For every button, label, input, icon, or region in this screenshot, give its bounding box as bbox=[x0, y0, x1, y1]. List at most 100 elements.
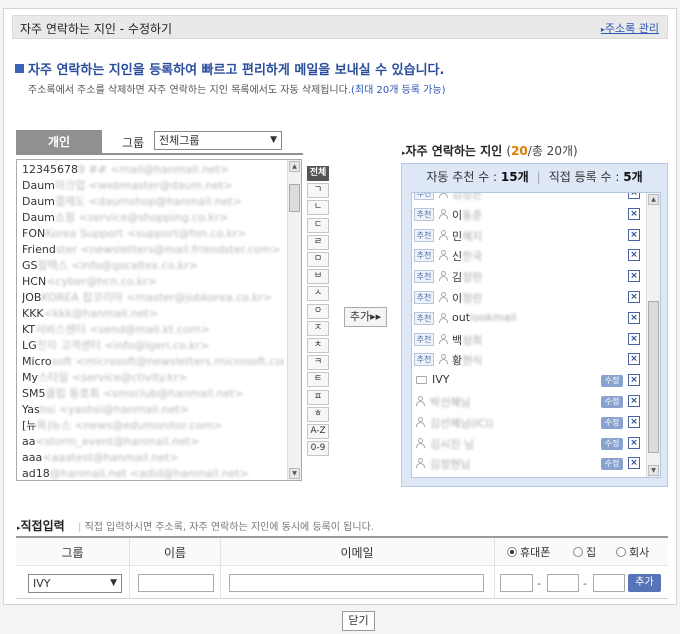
edit-button[interactable]: 수정 bbox=[601, 396, 623, 408]
favorite-row[interactable]: 추천 이동준 × bbox=[412, 204, 647, 225]
radio-office[interactable]: 회사 bbox=[616, 544, 649, 560]
group-select[interactable]: 전체그룹 ▼ bbox=[154, 131, 282, 150]
edit-button[interactable]: 수정 bbox=[601, 375, 623, 387]
delete-icon[interactable]: × bbox=[628, 395, 640, 407]
contact-item[interactable]: LG전자 고객센터 <info@lgeri.co.kr> bbox=[22, 338, 284, 354]
favorites-count: 20 bbox=[511, 144, 528, 158]
index-3[interactable]: ㄷ bbox=[307, 218, 329, 233]
favorites-scrollbar[interactable]: ▲ ▼ bbox=[646, 193, 660, 477]
delete-icon[interactable]: × bbox=[628, 416, 640, 428]
index-13[interactable]: ㅍ bbox=[307, 390, 329, 405]
scroll-thumb[interactable] bbox=[289, 184, 300, 212]
favorites-list[interactable]: 추천 김정은 × 추천 이동준 × 추천 민혜지 × 추천 신한국 × 추천 김정란 × 추천 이정란 × 추천 ou… bbox=[411, 192, 661, 478]
index-15[interactable]: A-Z bbox=[307, 424, 329, 439]
scroll-down-icon[interactable]: ▼ bbox=[289, 468, 300, 479]
edit-button[interactable]: 수정 bbox=[601, 438, 623, 450]
favorite-row[interactable]: IVY 수정 × bbox=[412, 370, 647, 391]
tab-personal[interactable]: 개인 bbox=[16, 130, 102, 154]
favorite-row[interactable]: 김선혜님(ICI) 수정 × bbox=[412, 412, 647, 433]
index-12[interactable]: ㅌ bbox=[307, 372, 329, 387]
contact-item[interactable]: Yashsi <yashsi@hanmail.net> bbox=[22, 402, 284, 418]
contact-item[interactable]: ad18@hanmail.net <adid@hanmail.net> bbox=[22, 466, 284, 480]
favorite-row[interactable]: 추천 신한국 × bbox=[412, 245, 647, 266]
close-button[interactable]: 닫기 bbox=[342, 611, 375, 631]
radio-home[interactable]: 집 bbox=[573, 544, 596, 560]
delete-icon[interactable]: × bbox=[628, 208, 640, 220]
index-5[interactable]: ㅁ bbox=[307, 252, 329, 267]
add-to-favorites-button[interactable]: 추가▸▸ bbox=[344, 307, 387, 327]
radio-mobile[interactable]: 휴대폰 bbox=[507, 544, 550, 560]
delete-icon[interactable]: × bbox=[628, 353, 640, 365]
index-11[interactable]: ㅋ bbox=[307, 355, 329, 370]
favorite-row[interactable]: 추천 김정란 × bbox=[412, 266, 647, 287]
contact-item[interactable]: 123456789 ## <mail@hanmail.net> bbox=[22, 162, 284, 178]
scroll-down-icon[interactable]: ▼ bbox=[648, 465, 659, 476]
name-visible: 백 bbox=[452, 334, 463, 347]
favorite-row[interactable]: 추천 김정은 × bbox=[412, 193, 647, 204]
contact-item[interactable]: SM5클럽 동호회 <smsclub@hanmail.net> bbox=[22, 386, 284, 402]
index-9[interactable]: ㅈ bbox=[307, 321, 329, 336]
delete-icon[interactable]: × bbox=[628, 270, 640, 282]
favorite-row[interactable]: 추천 민혜지 × bbox=[412, 225, 647, 246]
direct-add-button[interactable]: 추가 bbox=[628, 574, 661, 592]
contact-item[interactable]: My스타일 <service@ctivity.kr> bbox=[22, 370, 284, 386]
delete-icon[interactable]: × bbox=[628, 229, 640, 241]
delete-icon[interactable]: × bbox=[628, 374, 640, 386]
edit-button[interactable]: 수정 bbox=[601, 417, 623, 429]
delete-icon[interactable]: × bbox=[628, 457, 640, 469]
contacts-scrollbar[interactable]: ▲ ▼ bbox=[287, 160, 301, 480]
favorite-row[interactable]: 추천 outlookmail × bbox=[412, 308, 647, 329]
delete-icon[interactable]: × bbox=[628, 312, 640, 324]
scroll-thumb[interactable] bbox=[648, 301, 659, 453]
index-16[interactable]: 0-9 bbox=[307, 441, 329, 456]
contact-item[interactable]: Daum마크업 <webmaster@daum.net> bbox=[22, 178, 284, 194]
index-10[interactable]: ㅊ bbox=[307, 338, 329, 353]
direct-group-select[interactable]: IVY ▼ bbox=[28, 574, 122, 593]
contact-item[interactable]: HCN<cyber@hcn.co.kr> bbox=[22, 274, 284, 290]
email-input[interactable] bbox=[229, 574, 484, 592]
contact-item[interactable]: aa<storm_event@hanmail.net> bbox=[22, 434, 284, 450]
recommended-tag: 추천 bbox=[414, 353, 434, 366]
contact-item[interactable]: KKK<kkk@hanmail.net> bbox=[22, 306, 284, 322]
index-4[interactable]: ㄹ bbox=[307, 235, 329, 250]
favorite-row[interactable]: 추천 황현식 × bbox=[412, 349, 647, 370]
favorite-row[interactable]: 김시진 님 수정 × bbox=[412, 433, 647, 454]
edit-button[interactable]: 수정 bbox=[601, 458, 623, 470]
contact-item[interactable]: Friendster <newsletters@mail.friendster.… bbox=[22, 242, 284, 258]
delete-icon[interactable]: × bbox=[628, 291, 640, 303]
delete-icon[interactable]: × bbox=[628, 193, 640, 199]
scroll-up-icon[interactable]: ▲ bbox=[289, 161, 300, 172]
index-1[interactable]: ㄱ bbox=[307, 183, 329, 198]
favorite-row[interactable]: 추천 백성희 × bbox=[412, 329, 647, 350]
add-button-label: 추가 bbox=[349, 310, 371, 323]
contact-item[interactable]: Daum쇼핑 <service@shopping.co.kr> bbox=[22, 210, 284, 226]
index-6[interactable]: ㅂ bbox=[307, 269, 329, 284]
index-14[interactable]: ㅎ bbox=[307, 407, 329, 422]
address-book-manage-link[interactable]: ▸주소록 관리 bbox=[601, 20, 659, 36]
contacts-list[interactable]: 123456789 ## <mail@hanmail.net> Daum마크업 <… bbox=[16, 159, 302, 481]
favorite-row[interactable]: 김정현님 수정 × bbox=[412, 453, 647, 474]
contact-item[interactable]: FONKorea Support <support@fon.co.kr> bbox=[22, 226, 284, 242]
scroll-up-icon[interactable]: ▲ bbox=[648, 194, 659, 205]
phone-input-2[interactable] bbox=[547, 574, 579, 592]
delete-icon[interactable]: × bbox=[628, 249, 640, 261]
index-0[interactable]: 전체 bbox=[307, 166, 329, 181]
favorite-name: 박선혜님 bbox=[430, 394, 470, 410]
delete-icon[interactable]: × bbox=[628, 333, 640, 345]
contact-item[interactable]: GS칼텍스 <info@gscaltex.co.kr> bbox=[22, 258, 284, 274]
contact-item[interactable]: aaa<aaatest@hanmail.net> bbox=[22, 450, 284, 466]
contact-item[interactable]: [뉴욕]뉴스 <news@edumonitor.com> bbox=[22, 418, 284, 434]
name-input[interactable] bbox=[138, 574, 214, 592]
favorite-row[interactable]: 추천 이정란 × bbox=[412, 287, 647, 308]
contact-item[interactable]: Daum결제도 <daumshop@hanmail.net> bbox=[22, 194, 284, 210]
delete-icon[interactable]: × bbox=[628, 437, 640, 449]
index-8[interactable]: ㅇ bbox=[307, 304, 329, 319]
contact-item[interactable]: JOBKOREA 잡코리아 <master@jobkorea.co.kr> bbox=[22, 290, 284, 306]
phone-input-3[interactable] bbox=[593, 574, 625, 592]
contact-item[interactable]: Microsoft <microsoft@newsletters.microso… bbox=[22, 354, 284, 370]
phone-input-1[interactable] bbox=[500, 574, 533, 592]
index-7[interactable]: ㅅ bbox=[307, 286, 329, 301]
contact-item[interactable]: KT서비스센터 <send@mail.kt.com> bbox=[22, 322, 284, 338]
index-2[interactable]: ㄴ bbox=[307, 200, 329, 215]
favorite-row[interactable]: 박선혜님 수정 × bbox=[412, 391, 647, 412]
